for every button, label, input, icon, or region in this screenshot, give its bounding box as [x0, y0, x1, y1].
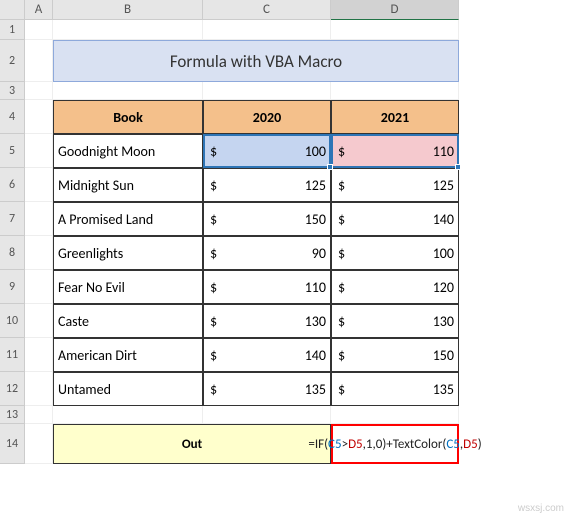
value-2021[interactable]: $135: [331, 372, 459, 406]
cell-D13[interactable]: [331, 406, 459, 424]
book-name[interactable]: Fear No Evil: [53, 270, 203, 304]
select-all-corner[interactable]: [0, 0, 25, 20]
cell-A3[interactable]: [25, 82, 53, 100]
col-header-C[interactable]: C: [203, 0, 331, 20]
header-book: Book: [53, 100, 203, 134]
row-header-13[interactable]: 13: [0, 406, 25, 424]
value-2021[interactable]: $120: [331, 270, 459, 304]
cell-A6[interactable]: [25, 168, 53, 202]
cell-A14[interactable]: [25, 424, 53, 464]
cell-A8[interactable]: [25, 236, 53, 270]
cell-A1[interactable]: [25, 20, 53, 40]
col-header-B[interactable]: B: [53, 0, 203, 20]
row-headers: 1234567891011121314: [0, 20, 25, 464]
value-2021[interactable]: $150: [331, 338, 459, 372]
cell-C3[interactable]: [203, 82, 331, 100]
cell-C1[interactable]: [203, 20, 331, 40]
cell-A10[interactable]: [25, 304, 53, 338]
page-title: Formula with VBA Macro: [53, 40, 459, 82]
book-name[interactable]: A Promised Land: [53, 202, 203, 236]
cell-B1[interactable]: [53, 20, 203, 40]
book-name[interactable]: Goodnight Moon: [53, 134, 203, 168]
header-2020: 2020: [203, 100, 331, 134]
column-headers: ABCD: [25, 0, 459, 20]
value-2021[interactable]: $130: [331, 304, 459, 338]
value-2021[interactable]: $140: [331, 202, 459, 236]
row-header-6[interactable]: 6: [0, 168, 25, 202]
row-header-10[interactable]: 10: [0, 304, 25, 338]
book-name[interactable]: Untamed: [53, 372, 203, 406]
book-name[interactable]: Midnight Sun: [53, 168, 203, 202]
cell-A4[interactable]: [25, 100, 53, 134]
cell-A11[interactable]: [25, 338, 53, 372]
cell-A5[interactable]: [25, 134, 53, 168]
book-name[interactable]: Greenlights: [53, 236, 203, 270]
col-header-D[interactable]: D: [331, 0, 459, 20]
value-2020[interactable]: $125: [203, 168, 331, 202]
value-2020[interactable]: $110: [203, 270, 331, 304]
cells-grid: Formula with VBA Macro Book20202021 Goodni…: [25, 20, 459, 464]
cell-A7[interactable]: [25, 202, 53, 236]
row-header-9[interactable]: 9: [0, 270, 25, 304]
row-header-14[interactable]: 14: [0, 424, 25, 464]
selection-handle[interactable]: [455, 164, 461, 170]
cell-C13[interactable]: [203, 406, 331, 424]
row-header-4[interactable]: 4: [0, 100, 25, 134]
watermark: wsxsj.com: [518, 503, 564, 514]
book-name[interactable]: Caste: [53, 304, 203, 338]
selection-handle[interactable]: [327, 164, 333, 170]
row-header-8[interactable]: 8: [0, 236, 25, 270]
row-header-7[interactable]: 7: [0, 202, 25, 236]
row-header-1[interactable]: 1: [0, 20, 25, 40]
row-header-12[interactable]: 12: [0, 372, 25, 406]
value-2021[interactable]: $125: [331, 168, 459, 202]
value-2020[interactable]: $150: [203, 202, 331, 236]
out-label: Out: [53, 424, 331, 464]
col-header-A[interactable]: A: [25, 0, 53, 20]
row-header-3[interactable]: 3: [0, 82, 25, 100]
cell-A12[interactable]: [25, 372, 53, 406]
cell-A9[interactable]: [25, 270, 53, 304]
value-2020[interactable]: $135: [203, 372, 331, 406]
formula-cell[interactable]: =IF(C5>D5,1,0)+TextColor(C5,D5): [331, 424, 459, 464]
value-2021[interactable]: $110: [331, 134, 459, 168]
cell-A2[interactable]: [25, 40, 53, 82]
header-2021: 2021: [331, 100, 459, 134]
cell-B3[interactable]: [53, 82, 203, 100]
cell-D3[interactable]: [331, 82, 459, 100]
value-2020[interactable]: $100: [203, 134, 331, 168]
row-header-11[interactable]: 11: [0, 338, 25, 372]
cell-A13[interactable]: [25, 406, 53, 424]
row-header-2[interactable]: 2: [0, 40, 25, 82]
value-2020[interactable]: $140: [203, 338, 331, 372]
cell-D1[interactable]: [331, 20, 459, 40]
value-2021[interactable]: $100: [331, 236, 459, 270]
value-2020[interactable]: $90: [203, 236, 331, 270]
book-name[interactable]: American Dirt: [53, 338, 203, 372]
cell-B13[interactable]: [53, 406, 203, 424]
row-header-5[interactable]: 5: [0, 134, 25, 168]
value-2020[interactable]: $130: [203, 304, 331, 338]
